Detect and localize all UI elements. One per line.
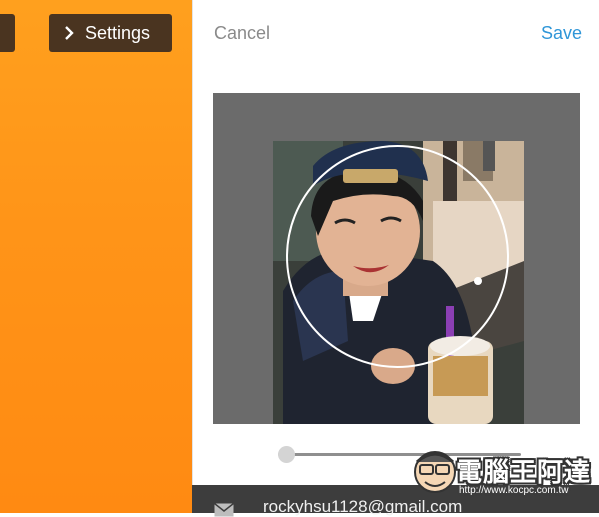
back-button[interactable] [0,14,15,52]
left-panel [0,0,192,513]
cancel-button[interactable]: Cancel [214,23,270,44]
chevron-right-icon [65,26,74,40]
save-button[interactable]: Save [541,23,582,44]
crop-circle[interactable] [286,145,509,368]
watermark-title: 電腦王阿達 [456,457,592,487]
email-text: rockyhsu1128@gmail.com [263,497,463,516]
settings-label: Settings [85,22,151,43]
zoom-slider-thumb[interactable] [278,446,295,463]
watermark-url: http://www.kocpc.com.tw [459,485,569,496]
settings-button[interactable]: Settings [49,14,172,52]
mail-icon [214,503,234,517]
